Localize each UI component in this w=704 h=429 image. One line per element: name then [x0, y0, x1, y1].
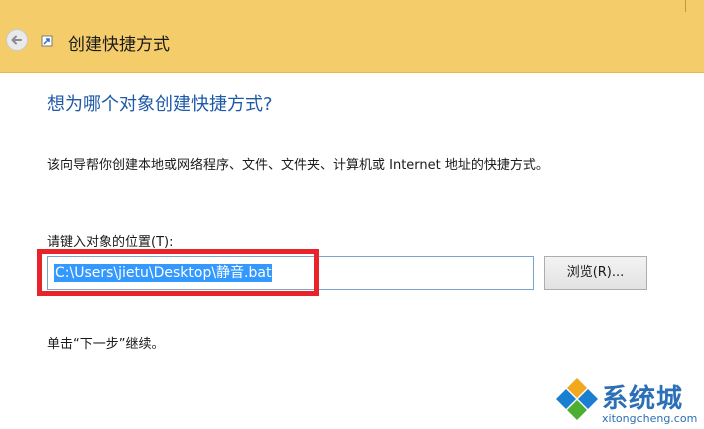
browse-button[interactable]: 浏览(R)... — [544, 256, 647, 290]
back-button[interactable] — [6, 29, 28, 51]
titlebar-edge — [685, 0, 694, 12]
watermark: 系统城 xitongcheng.com — [548, 372, 704, 429]
page-heading: 想为哪个对象创建快捷方式? — [47, 94, 273, 115]
watermark-url: xitongcheng.com — [602, 412, 698, 425]
back-arrow-icon — [11, 35, 22, 45]
next-step-hint: 单击“下一步”继续。 — [47, 337, 165, 352]
watermark-name: 系统城 — [602, 384, 684, 414]
title-bar: 创建快捷方式 — [0, 0, 704, 73]
create-shortcut-window: 创建快捷方式 想为哪个对象创建快捷方式? 该向导帮你创建本地或网络程序、文件、文… — [0, 0, 704, 429]
wizard-description: 该向导帮你创建本地或网络程序、文件、文件夹、计算机或 Internet 地址的快… — [47, 158, 549, 173]
location-input[interactable]: C:\Users\jietu\Desktop\静音.bat — [47, 256, 534, 290]
diamond-logo-icon — [556, 378, 598, 420]
location-input-value: C:\Users\jietu\Desktop\静音.bat — [54, 264, 273, 282]
window-title: 创建快捷方式 — [68, 35, 170, 55]
shortcut-wizard-icon — [41, 35, 53, 47]
location-label: 请键入对象的位置(T): — [47, 235, 174, 250]
